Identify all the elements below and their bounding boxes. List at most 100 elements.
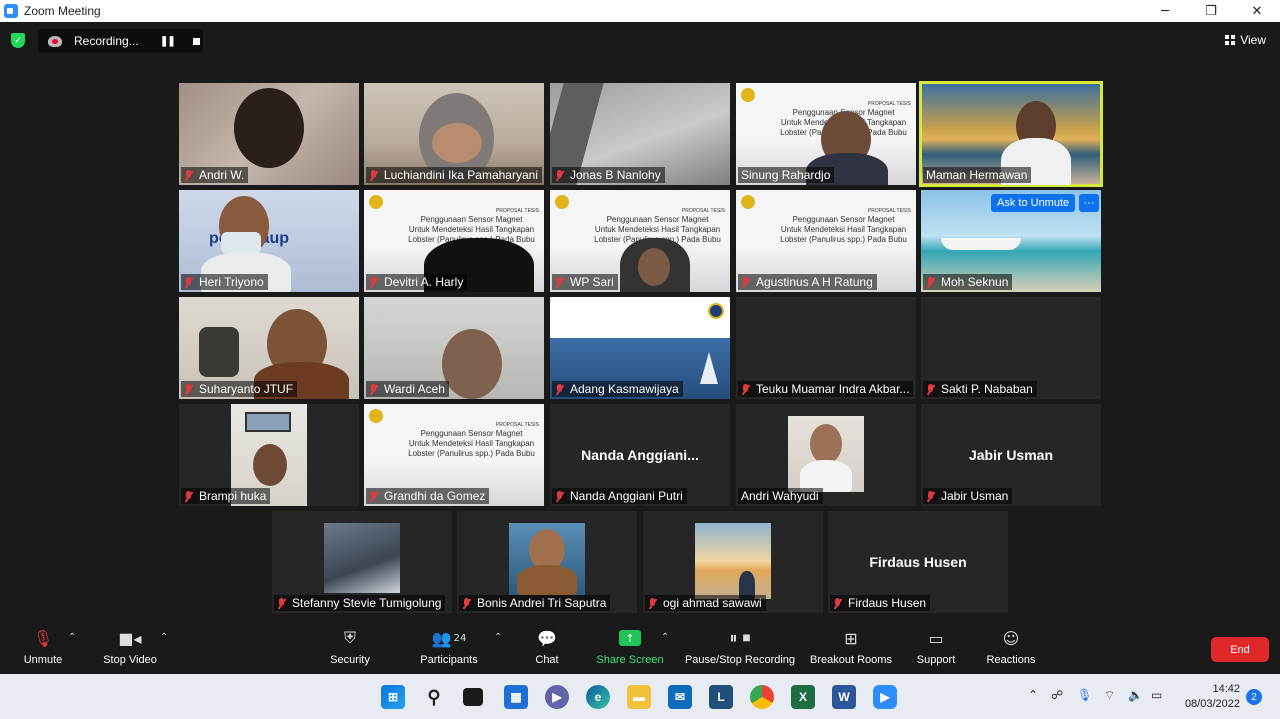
video-tile[interactable]: PROPOSAL TESIS Penggunaan Sensor MagnetU… bbox=[550, 190, 730, 292]
reactions-smiley-icon: ☺ bbox=[1002, 628, 1020, 648]
sailboat-image bbox=[700, 352, 718, 384]
video-tile[interactable]: Andri W. bbox=[179, 83, 359, 185]
video-tile[interactable]: Brampi huka bbox=[179, 404, 359, 506]
participant-name-label: Wardi Aceh bbox=[366, 381, 449, 397]
end-meeting-button[interactable]: End bbox=[1211, 637, 1269, 662]
task-view-icon[interactable] bbox=[463, 688, 483, 706]
grid-view-icon bbox=[1225, 35, 1236, 45]
participants-icon: 👥 24 bbox=[431, 628, 467, 648]
participants-button[interactable]: 👥 24 Participants bbox=[415, 628, 483, 667]
video-tile[interactable]: Suharyanto JTUF bbox=[179, 297, 359, 399]
muted-mic-icon bbox=[369, 169, 378, 181]
file-explorer-icon[interactable]: ▬ bbox=[627, 685, 651, 709]
video-tile[interactable]: PROPOSAL TESIS Penggunaan Sensor MagnetU… bbox=[364, 190, 544, 292]
edge-browser-icon[interactable]: e bbox=[586, 685, 610, 709]
close-button[interactable]: ✕ bbox=[1234, 0, 1280, 22]
unmute-button[interactable]: 🎙 Unmute bbox=[18, 628, 68, 667]
mail-icon[interactable]: ✉ bbox=[668, 685, 692, 709]
microphone-tray-icon[interactable]: 🎙 bbox=[1077, 688, 1092, 702]
windows-start-icon[interactable]: ⊞ bbox=[381, 685, 405, 709]
video-tile[interactable]: Nanda Anggiani... Nanda Anggiani Putri bbox=[550, 404, 730, 506]
participant-video bbox=[442, 329, 502, 399]
participant-display-name: Firdaus Husen bbox=[869, 554, 967, 570]
widgets-icon[interactable]: ▦ bbox=[504, 685, 528, 709]
chrome-browser-icon[interactable] bbox=[750, 685, 774, 709]
chat-button[interactable]: 💬 Chat bbox=[526, 628, 568, 667]
video-tile[interactable]: Ask to Unmute ··· Moh Seknun bbox=[921, 190, 1101, 292]
participant-name-label: Luchiandini Ika Pamaharyani bbox=[366, 167, 542, 183]
breakout-rooms-button[interactable]: ⊞ Breakout Rooms bbox=[808, 628, 894, 667]
video-options-chevron-icon[interactable]: ⌃ bbox=[160, 632, 168, 643]
share-options-chevron-icon[interactable]: ⌃ bbox=[661, 632, 669, 643]
support-button[interactable]: ▭ Support bbox=[912, 628, 960, 667]
word-icon[interactable]: W bbox=[832, 685, 856, 709]
video-tile[interactable]: Bonis Andrei Tri Saputra bbox=[457, 511, 637, 613]
share-screen-button[interactable]: ↑ Share Screen bbox=[596, 628, 664, 666]
network-status-icon[interactable]: ☍ bbox=[1051, 688, 1063, 702]
teams-chat-icon[interactable]: ▶ bbox=[545, 685, 569, 709]
zoom-taskbar-icon[interactable]: ▶ bbox=[873, 685, 897, 709]
video-tile-active-speaker[interactable]: Maman Hermawan bbox=[919, 81, 1103, 187]
recording-indicator: Recording... ❚❚ bbox=[38, 29, 203, 53]
slide-logo bbox=[741, 88, 755, 102]
participant-name-label: ogi ahmad sawawi bbox=[645, 595, 766, 611]
video-tile[interactable]: Luchiandini Ika Pamaharyani bbox=[364, 83, 544, 185]
muted-mic-icon bbox=[184, 490, 193, 502]
slide-logo bbox=[555, 195, 569, 209]
learn-app-icon[interactable]: L bbox=[709, 685, 733, 709]
video-tile[interactable]: PROPOSAL TESIS Penggunaan Sensor MagnetU… bbox=[736, 83, 916, 185]
poster-text: PASCA SARJANA AUP JAKARTA ANGKATAN X bbox=[605, 311, 679, 337]
minimize-button[interactable]: ─ bbox=[1142, 0, 1188, 22]
participant-name-label: Adang Kasmawijaya bbox=[552, 381, 683, 397]
video-tile[interactable]: PROPOSAL TESIS Penggunaan Sensor MagnetU… bbox=[364, 404, 544, 506]
participant-face bbox=[432, 123, 482, 163]
stop-recording-icon[interactable] bbox=[192, 37, 200, 45]
audio-options-chevron-icon[interactable]: ⌃ bbox=[68, 632, 76, 643]
volume-icon[interactable]: 🔈 bbox=[1128, 688, 1143, 702]
wifi-icon[interactable]: ⌔ bbox=[1104, 688, 1115, 703]
video-tile[interactable]: Jonas B Nanlohy bbox=[550, 83, 730, 185]
more-options-button[interactable]: ··· bbox=[1079, 194, 1099, 212]
window-controls: ─ ❐ ✕ bbox=[1142, 0, 1280, 22]
pause-recording-icon[interactable]: ❚❚ bbox=[160, 36, 176, 47]
system-clock[interactable]: 14:42 08/03/2022 bbox=[1180, 682, 1240, 712]
slide-logo bbox=[369, 409, 383, 423]
video-tile[interactable]: Sakti P. Nababan bbox=[921, 297, 1101, 399]
video-tile[interactable]: PROPOSAL TESIS Penggunaan Sensor MagnetU… bbox=[736, 190, 916, 292]
participant-name-label: Andri W. bbox=[181, 167, 249, 183]
participant-name-label: Andri Wahyudi bbox=[738, 488, 823, 504]
participants-options-chevron-icon[interactable]: ⌃ bbox=[494, 632, 502, 643]
video-tile[interactable]: Andri Wahyudi bbox=[736, 404, 916, 506]
profile-photo bbox=[509, 523, 585, 595]
tray-overflow-chevron-icon[interactable]: ⌃ bbox=[1028, 688, 1038, 702]
video-tile[interactable]: Teuku Muamar Indra Akbar... bbox=[736, 297, 916, 399]
reactions-button[interactable]: ☺ Reactions bbox=[985, 628, 1037, 667]
security-label: Security bbox=[330, 654, 370, 666]
video-tile[interactable]: Stefanny Stevie Tumigolung bbox=[272, 511, 452, 613]
search-icon[interactable]: ⚲ bbox=[422, 685, 446, 709]
video-tile[interactable]: Wardi Aceh bbox=[364, 297, 544, 399]
video-tile[interactable]: PASCA SARJANA AUP JAKARTA ANGKATAN X Adang… bbox=[550, 297, 730, 399]
muted-mic-icon bbox=[926, 276, 935, 288]
pause-stop-recording-button[interactable]: ⏸ ⏹ Pause/Stop Recording bbox=[682, 628, 798, 666]
security-button[interactable]: ⛨ Security bbox=[325, 628, 375, 666]
view-button[interactable]: View bbox=[1225, 33, 1266, 47]
pause-stop-icon: ⏸ ⏹ bbox=[729, 628, 751, 647]
video-tile[interactable]: poltek aup Heri Triyono bbox=[179, 190, 359, 292]
battery-icon[interactable]: ▭ bbox=[1151, 688, 1162, 702]
encryption-shield-icon[interactable]: ✓ bbox=[11, 33, 25, 48]
muted-mic-icon bbox=[462, 597, 471, 609]
muted-mic-icon bbox=[369, 383, 378, 395]
video-tile[interactable]: Jabir Usman Jabir Usman bbox=[921, 404, 1101, 506]
maximize-button[interactable]: ❐ bbox=[1188, 0, 1234, 22]
ask-to-unmute-button[interactable]: Ask to Unmute bbox=[991, 194, 1076, 212]
video-tile[interactable]: ogi ahmad sawawi bbox=[643, 511, 823, 613]
participant-name-label: Grandhi da Gomez bbox=[366, 488, 490, 504]
virtual-background-text: poltek aup bbox=[209, 230, 290, 247]
muted-mic-icon bbox=[369, 276, 378, 288]
excel-icon[interactable]: X bbox=[791, 685, 815, 709]
video-tile[interactable]: Firdaus Husen Firdaus Husen bbox=[828, 511, 1008, 613]
stop-video-button[interactable]: ■◂ Stop Video bbox=[99, 628, 161, 667]
boat-image bbox=[941, 238, 1021, 250]
notification-badge[interactable]: 2 bbox=[1246, 689, 1262, 705]
